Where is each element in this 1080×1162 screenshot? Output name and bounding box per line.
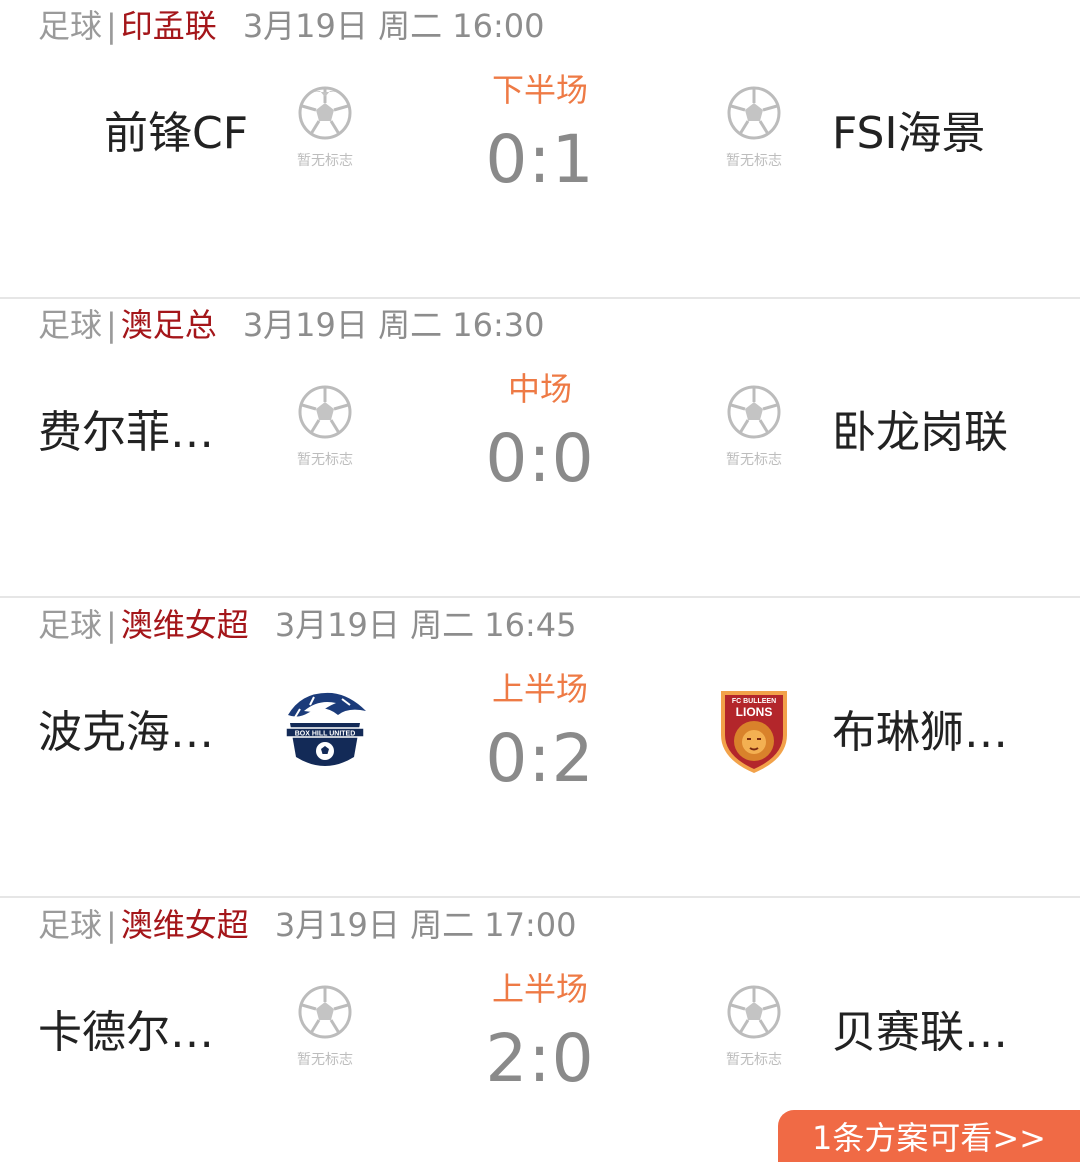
no-logo-placeholder-icon: 暂无标志 [709,86,799,176]
match-datetime: 3月19日 周二 16:45 [274,606,577,644]
match-datetime: 3月19日 周二 16:00 [242,7,545,45]
match-status: 上半场 [491,670,588,708]
no-logo-caption: 暂无标志 [726,452,782,468]
match-header: 足球 | 澳维女超 3月19日 周二 16:45 [38,605,576,645]
match-status: 上半场 [491,970,588,1008]
view-plans-button[interactable]: 1条方案可看>> [778,1110,1080,1162]
header-separator: | [106,7,117,45]
header-separator: | [106,606,117,644]
match-status: 中场 [507,370,572,408]
league-label[interactable]: 澳维女超 [121,606,249,644]
bulleen-crest-text: FC BULLEEN [732,698,776,705]
match-card[interactable]: 足球 | 澳维女超 3月19日 周二 16:45 波克海尔... BOX HILL U… [0,599,1080,898]
sport-label: 足球 [38,306,103,344]
away-team-name[interactable]: FSI海景 [832,104,1042,164]
match-score: 0:1 [485,121,595,198]
no-logo-placeholder-icon: 暂无标志 [709,385,799,475]
no-logo-caption: 暂无标志 [297,153,353,169]
away-team-name[interactable]: 贝赛联女... [832,1003,1042,1063]
home-team-name[interactable]: 前锋CF [38,104,248,164]
no-logo-caption: 暂无标志 [726,153,782,169]
away-team-name[interactable]: 布琳狮子... [832,703,1042,763]
bulleen-crest-lions-text: LIONS [736,705,773,719]
match-card[interactable]: 足球 | 澳足总 3月19日 周二 16:30 费尔菲尔... 暂无标志 中场 0:0… [0,299,1080,598]
no-logo-caption: 暂无标志 [726,1052,782,1068]
match-header: 足球 | 印孟联 3月19日 周二 16:00 [38,6,544,46]
home-team-name[interactable]: 波克海尔... [38,703,248,763]
no-logo-placeholder-icon: 暂无标志 [280,985,370,1075]
match-score: 0:2 [485,720,595,797]
sport-label: 足球 [38,606,103,644]
match-datetime: 3月19日 周二 16:30 [242,306,545,344]
no-logo-caption: 暂无标志 [297,1052,353,1068]
no-logo-caption: 暂无标志 [297,452,353,468]
box-hill-crest-text: BOX HILL UNITED [295,731,356,738]
match-datetime: 3月19日 周二 17:00 [274,906,577,944]
no-logo-placeholder-icon: 暂无标志 [280,86,370,176]
match-score: 0:0 [485,420,595,497]
no-logo-placeholder-icon: 暂无标志 [709,985,799,1075]
match-list: 足球 | 印孟联 3月19日 周二 16:00 前锋CF 暂无标志 下半场 0:1 暂… [0,0,1080,1162]
league-label[interactable]: 印孟联 [121,7,217,45]
home-team-name[interactable]: 卡德尔联... [38,1003,248,1063]
match-header: 足球 | 澳维女超 3月19日 周二 17:00 [38,905,576,945]
match-card[interactable]: 足球 | 印孟联 3月19日 周二 16:00 前锋CF 暂无标志 下半场 0:1 暂… [0,0,1080,299]
match-status: 下半场 [491,71,588,109]
home-team-name[interactable]: 费尔菲尔... [38,403,248,463]
box-hill-united-crest-icon: BOX HILL UNITED [280,685,370,775]
match-header: 足球 | 澳足总 3月19日 周二 16:30 [38,305,544,345]
sport-label: 足球 [38,7,103,45]
league-label[interactable]: 澳维女超 [121,906,249,944]
match-score: 2:0 [485,1020,595,1097]
sport-label: 足球 [38,906,103,944]
no-logo-placeholder-icon: 暂无标志 [280,385,370,475]
league-label[interactable]: 澳足总 [121,306,217,344]
fc-bulleen-lions-crest-icon: FC BULLEEN LIONS [709,685,799,775]
away-team-name[interactable]: 卧龙岗联 [832,403,1042,463]
header-separator: | [106,306,117,344]
header-separator: | [106,906,117,944]
